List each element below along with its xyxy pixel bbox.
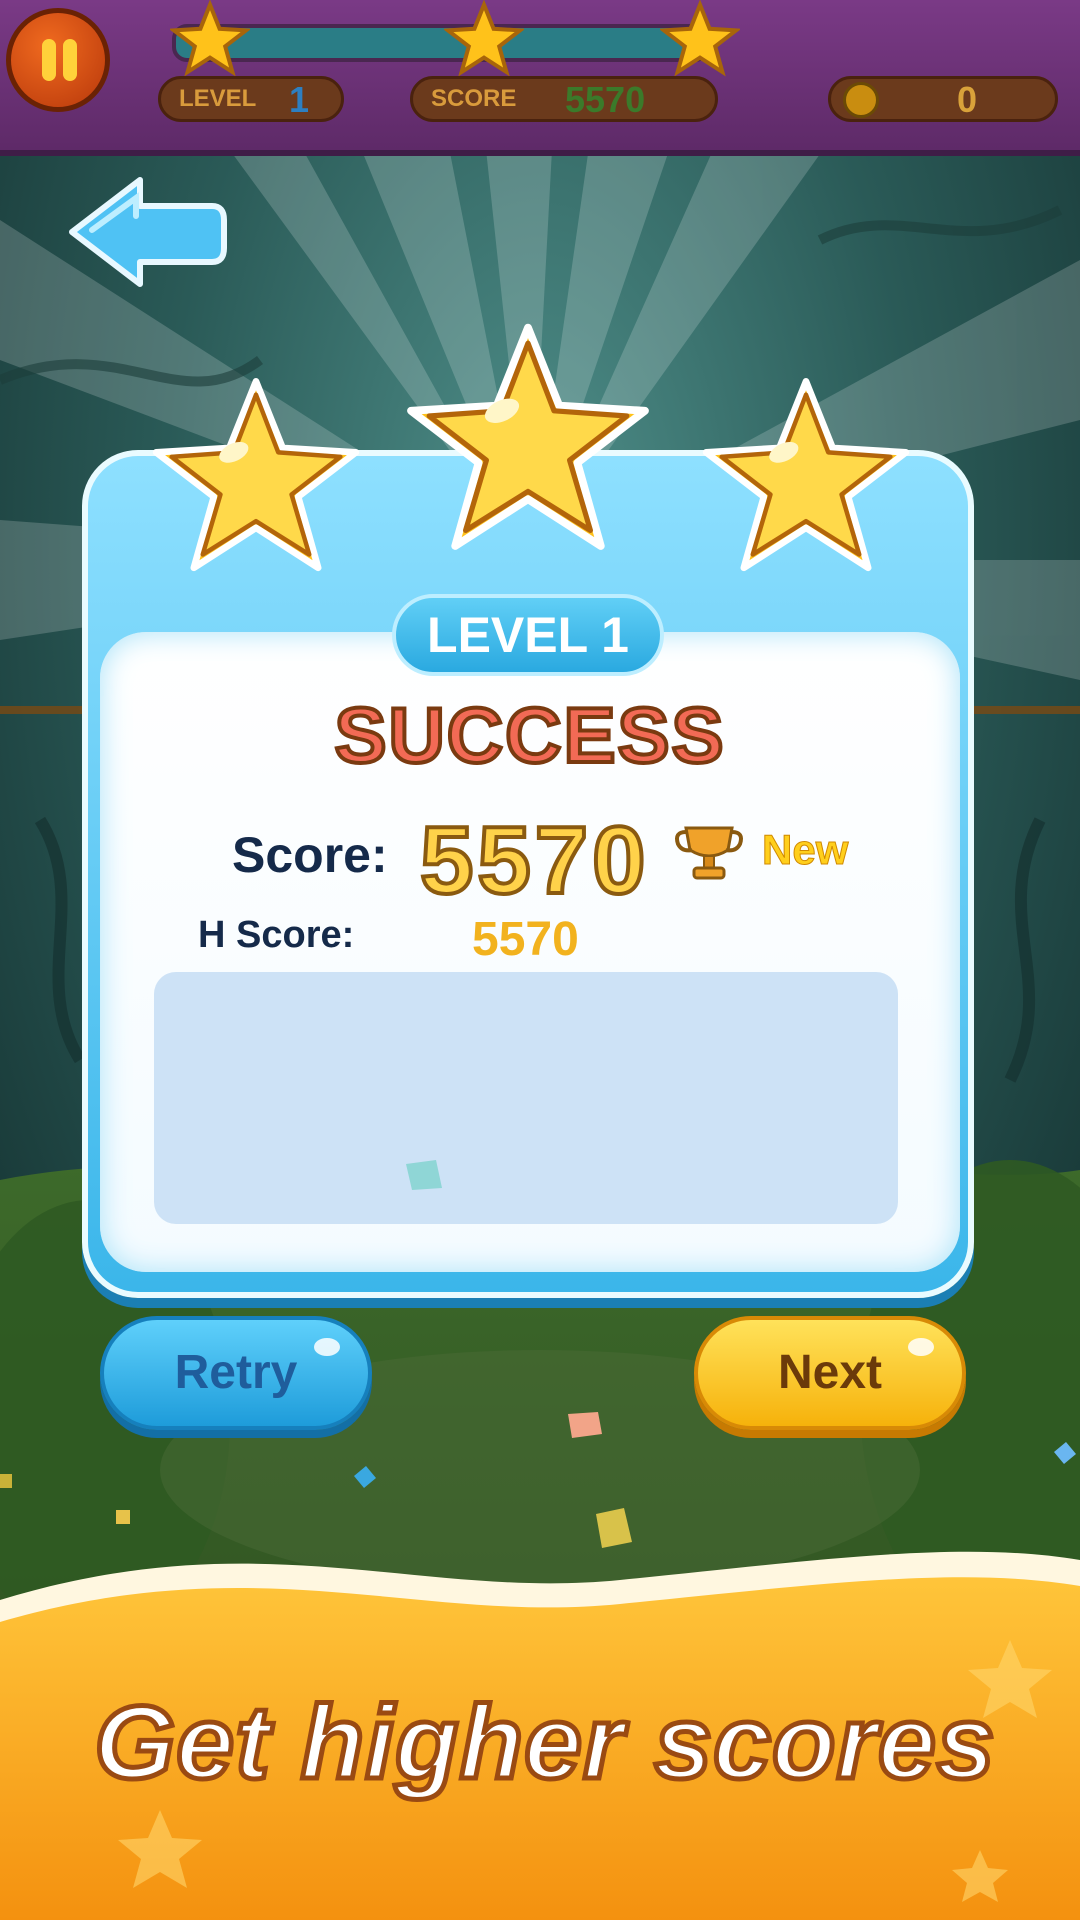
star-icon — [152, 377, 360, 572]
retry-button[interactable]: Retry — [100, 1316, 372, 1430]
confetti-piece — [116, 1510, 130, 1524]
hud-coin-value: 0 — [957, 79, 978, 120]
confetti-piece — [596, 1508, 632, 1548]
star-icon — [702, 377, 910, 572]
new-record-badge: New — [761, 826, 849, 874]
hud-level-pill: LEVEL 1 — [158, 76, 344, 122]
trophy-icon — [675, 826, 743, 880]
level-title-pill: LEVEL 1 — [392, 594, 664, 676]
top-hud: LEVEL 1 SCORE 5570 0 — [0, 0, 1080, 156]
high-score-label: H Score: — [198, 914, 355, 956]
star-icon — [444, 0, 524, 77]
promo-banner-text: Get higher scores — [92, 1683, 997, 1804]
hud-score-label: SCORE — [431, 85, 517, 112]
star-icon — [407, 323, 649, 550]
hud-score-value: 5570 — [565, 79, 646, 120]
hud-level-label: LEVEL — [179, 85, 257, 112]
game-scene: LEVEL 1 SCORE 5570 0 LEVEL 1 SUCCESS Sco… — [0, 0, 1080, 1920]
reward-area — [154, 972, 898, 1224]
button-shine — [314, 1338, 340, 1356]
high-score-value: 5570 — [472, 913, 579, 966]
level-progress-bar — [172, 24, 710, 62]
confetti-piece — [354, 1466, 376, 1488]
next-button[interactable]: Next — [694, 1316, 966, 1430]
confetti-piece — [406, 1160, 442, 1190]
success-title: SUCCESS — [332, 689, 726, 781]
star-icon — [660, 0, 740, 77]
hud-level-value: 1 — [289, 79, 310, 120]
next-button-label: Next — [777, 1346, 883, 1399]
score-value: 5570 — [418, 805, 650, 916]
star-icon — [170, 0, 250, 77]
confetti-piece — [568, 1412, 602, 1438]
back-arrow-icon[interactable] — [62, 172, 230, 292]
confetti-piece — [0, 1474, 12, 1488]
score-label: Score: — [232, 827, 388, 883]
pause-icon[interactable] — [6, 8, 110, 112]
coin-icon — [843, 82, 879, 118]
confetti-piece — [1054, 1442, 1076, 1464]
retry-button-label: Retry — [174, 1346, 298, 1399]
hud-coin-pill: 0 — [828, 76, 1058, 122]
button-shine — [908, 1338, 934, 1356]
hud-score-pill: SCORE 5570 — [410, 76, 718, 122]
